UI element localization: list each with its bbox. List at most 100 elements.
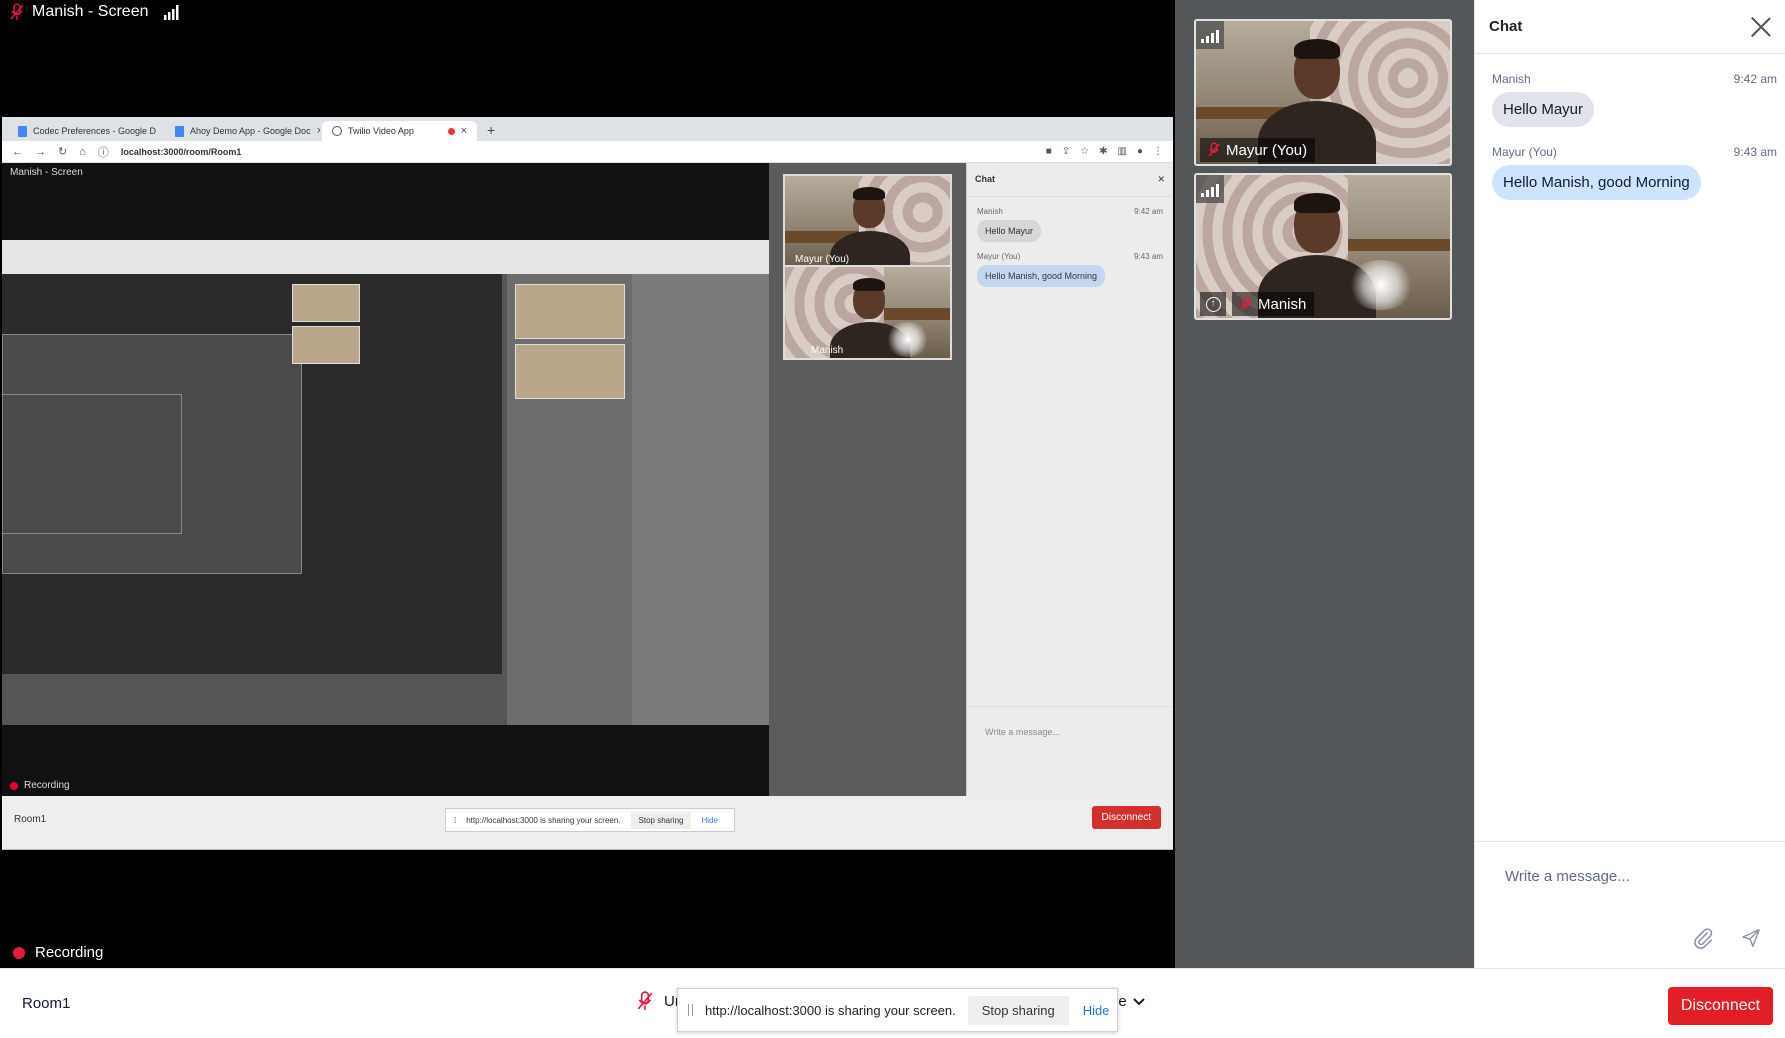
nested-message-meta: Manish 9:42 am (967, 197, 1173, 220)
close-icon[interactable]: × (461, 125, 467, 137)
recursive-screen-capture (2, 240, 769, 725)
message-author: Manish (1492, 72, 1531, 86)
chat-message: Manish 9:42 am Hello Mayur (1475, 72, 1785, 127)
participant-tile-manish[interactable]: ↑ Manish (1194, 173, 1452, 320)
tab-label: Twilio Video App (348, 126, 414, 136)
sharing-notice-text: http://localhost:3000 is sharing your sc… (705, 1002, 956, 1018)
close-icon[interactable]: × (162, 125, 163, 137)
extension-icon[interactable]: ✱ (1099, 146, 1107, 157)
message-meta: Manish 9:42 am (1492, 72, 1777, 86)
grip-icon: ⁞ (454, 815, 457, 825)
nested-tile-label: Mayur (You) (795, 254, 850, 265)
docs-icon (18, 125, 27, 137)
info-icon: ⓘ (97, 146, 109, 159)
recursive-browser-bar (2, 240, 769, 274)
recursive-stage (2, 274, 502, 674)
reload-icon[interactable]: ↻ (58, 145, 67, 158)
browser-address-bar: ← → ↻ ⌂ ⓘ localhost:3000/room/Room1 ■ ⇪ … (2, 141, 1173, 163)
nested-message-meta: Mayur (You) 9:43 am (967, 242, 1173, 265)
room-name: Room1 (22, 995, 71, 1012)
menu-icon[interactable]: ⋮ (1153, 146, 1163, 157)
recursive-chat (632, 274, 769, 725)
nested-chat-input: Write a message... (967, 706, 1173, 796)
network-signal-icon (1196, 21, 1224, 49)
close-icon[interactable]: ✕ (1157, 174, 1165, 185)
recording-dot-icon (13, 946, 25, 959)
chat-message-input[interactable] (1505, 868, 1755, 885)
new-tab-button[interactable]: + (479, 122, 503, 141)
participant-name: Manish (1258, 295, 1307, 313)
camera-icon[interactable]: ■ (1046, 146, 1052, 157)
chat-panel: Chat Manish 9:42 am Hello Mayur Mayur (Y… (1474, 0, 1785, 968)
nested-recording-indicator: Recording (10, 780, 70, 791)
home-icon[interactable]: ⌂ (79, 146, 86, 158)
drag-handle-icon[interactable] (688, 1004, 693, 1016)
sidepanel-icon[interactable]: ▥ (1118, 146, 1127, 157)
nested-share-notice: ⁞ http://localhost:3000 is sharing your … (445, 808, 735, 832)
arrow-up-circle-icon: ↑ (1205, 296, 1221, 312)
message-time: 9:43 am (1733, 145, 1777, 159)
participant-name-tag: Manish (1232, 292, 1315, 316)
browser-tab[interactable]: Codec Preferences - Google D × (8, 121, 163, 141)
message-time: 9:42 am (1134, 207, 1163, 216)
send-icon[interactable] (1740, 927, 1762, 949)
nested-app-view: Manish - Screen Recording Mayur (You) Ma… (2, 163, 1173, 849)
docs-icon (175, 125, 184, 137)
nested-disconnect: Disconnect (1091, 806, 1161, 829)
disconnect-button[interactable]: Disconnect (1668, 987, 1773, 1025)
nested-bottom-bar: Room1 ⁞ http://localhost:3000 is sharing… (2, 796, 1173, 849)
bottom-control-bar: Room1 Ur ore http://localhost:3000 is sh… (0, 968, 1785, 1038)
participant-name: Mayur (You) (1226, 141, 1308, 159)
participant-tile-mayur[interactable]: Mayur (You) (1194, 19, 1452, 166)
chat-title: Chat (1489, 18, 1523, 35)
nested-recording-label: Recording (24, 780, 70, 791)
mic-muted-icon (1208, 142, 1220, 157)
nested-chat-header: Chat ✕ (967, 163, 1173, 197)
back-icon[interactable]: ← (12, 146, 23, 158)
nested-hide: Hide (701, 815, 718, 825)
network-signal-icon (1196, 175, 1224, 203)
network-signal-icon (163, 5, 178, 20)
message-bubble: Hello Manish, good Morning (977, 265, 1106, 287)
message-author: Manish (977, 207, 1003, 216)
browser-tab[interactable]: Ahoy Demo App - Google Doc × (165, 121, 320, 141)
recursive-body (2, 274, 769, 725)
chat-message: Mayur (You) 9:43 am Hello Manish, good M… (1475, 145, 1785, 200)
share-icon[interactable]: ⇪ (1062, 146, 1070, 157)
mic-muted-icon (10, 3, 24, 20)
recording-indicator: Recording (13, 944, 103, 961)
nested-stage: Manish - Screen Recording (2, 163, 769, 796)
message-time: 9:42 am (1733, 72, 1777, 86)
close-icon[interactable]: × (317, 125, 320, 137)
participant-list: Mayur (You) ↑ Manish (1175, 0, 1474, 968)
recursive-video-tile (292, 326, 360, 364)
screen-share-indicator[interactable]: ↑ (1200, 292, 1226, 316)
browser-tab-active[interactable]: Twilio Video App × (322, 121, 477, 141)
stop-sharing-button[interactable]: Stop sharing (967, 995, 1069, 1025)
hide-button[interactable]: Hide (1083, 1003, 1110, 1018)
nested-video-tile: Mayur (You) (783, 174, 952, 269)
paperclip-icon[interactable] (1692, 927, 1714, 949)
close-icon[interactable] (1750, 16, 1772, 38)
nested-share-text: http://localhost:3000 is sharing your sc… (466, 815, 621, 825)
screen-sharing-notice: http://localhost:3000 is sharing your sc… (677, 988, 1118, 1032)
recording-dot-icon (10, 781, 18, 790)
message-bubble: Hello Manish, good Morning (1492, 165, 1701, 200)
nested-tile-label: Manish (811, 345, 844, 356)
forward-icon[interactable]: → (35, 146, 46, 158)
recursive-video-tile (515, 344, 625, 399)
nested-screen-label: Manish - Screen (10, 167, 83, 178)
star-icon[interactable]: ☆ (1080, 146, 1089, 157)
message-bubble: Hello Mayur (1492, 92, 1595, 127)
nested-room-name: Room1 (14, 814, 47, 825)
profile-icon[interactable]: ● (1137, 146, 1143, 157)
nested-participants: Mayur (You) Manish (769, 163, 966, 796)
nested-video-tile: Manish (783, 265, 952, 360)
shared-screen-content: Codec Preferences - Google D × Ahoy Demo… (2, 117, 1173, 850)
url-field[interactable]: localhost:3000/room/Room1 (121, 147, 242, 157)
tab-label: Ahoy Demo App - Google Doc (190, 126, 311, 136)
message-meta: Mayur (You) 9:43 am (1492, 145, 1777, 159)
unmute-button[interactable]: Ur (636, 991, 680, 1011)
recursive-video-tile (515, 284, 625, 339)
nested-stop-sharing: Stop sharing (630, 811, 692, 829)
